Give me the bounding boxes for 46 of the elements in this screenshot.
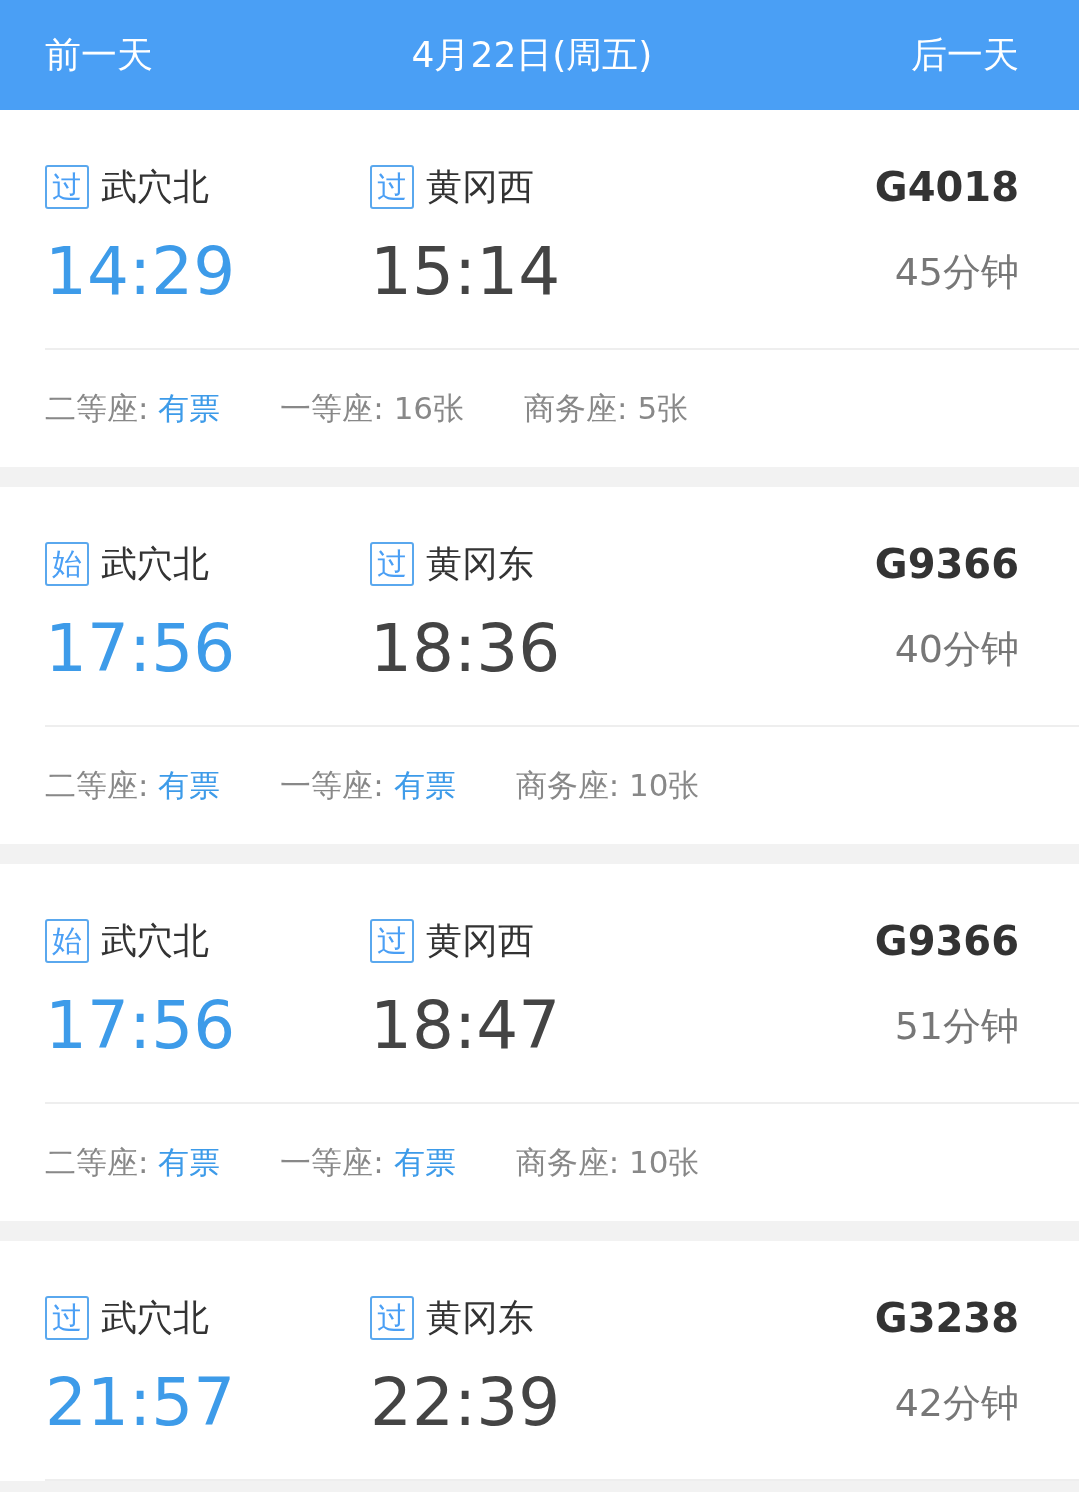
duration: 45分钟 <box>894 248 1019 296</box>
station-name: 黄冈西 <box>426 164 534 209</box>
station-tag: 始 <box>45 919 89 963</box>
seat-availability: 二等座: 有票 <box>45 388 221 428</box>
seat-availability: 商务座: 10张 <box>515 765 700 805</box>
departure-time: 14:29 <box>45 239 237 305</box>
station-tag: 过 <box>370 1296 414 1340</box>
seat-availability: 二等座: 有票 <box>45 1142 221 1182</box>
station-name: 黄冈东 <box>426 541 534 586</box>
seat-availability: 商务座: 5张 <box>524 388 689 428</box>
station-tag: 过 <box>45 1296 89 1340</box>
arrival-time: 18:47 <box>370 993 562 1059</box>
departure-time: 17:56 <box>45 993 237 1059</box>
seat-availability: 商务座: 10张 <box>515 1142 700 1182</box>
departure-time: 17:56 <box>45 616 237 682</box>
departure-time: 21:57 <box>45 1370 237 1436</box>
train-number: G9366 <box>874 541 1019 587</box>
date-title: 4月22日(周五) <box>411 32 653 77</box>
train-number: G4018 <box>874 164 1019 210</box>
station-tag: 过 <box>370 919 414 963</box>
seat-availability: 一等座: 16张 <box>280 388 465 428</box>
station-tag: 始 <box>45 542 89 586</box>
arrival-time: 18:36 <box>370 616 562 682</box>
seat-availability: 一等座: 有票 <box>280 765 456 805</box>
station-tag: 过 <box>370 165 414 209</box>
station-name: 武穴北 <box>101 918 209 963</box>
arrival-time: 15:14 <box>370 239 562 305</box>
station-tag: 过 <box>370 542 414 586</box>
train-card[interactable]: 过 武穴北 过 黄冈西 G4018 14:29 15:14 45分钟 二等座: 有票 一等座: 16张 商务座: 5张 <box>0 110 1079 467</box>
train-number: G3238 <box>874 1295 1019 1341</box>
station-name: 黄冈西 <box>426 918 534 963</box>
seat-availability: 二等座: 有票 <box>45 765 221 805</box>
station-name: 武穴北 <box>101 1295 209 1340</box>
train-card[interactable]: 始 武穴北 过 黄冈西 G9366 17:56 18:47 51分钟 二等座: 有票 一等座: 有票 商务座: 10张 <box>0 864 1079 1221</box>
duration: 51分钟 <box>894 1002 1019 1050</box>
arrival-time: 22:39 <box>370 1370 562 1436</box>
duration: 40分钟 <box>894 625 1019 673</box>
station-name: 武穴北 <box>101 541 209 586</box>
duration: 42分钟 <box>894 1379 1019 1427</box>
seat-availability: 一等座: 有票 <box>280 1142 456 1182</box>
train-card[interactable]: 过 武穴北 过 黄冈东 G3238 21:57 22:39 42分钟 <box>0 1241 1079 1481</box>
station-tag: 过 <box>45 165 89 209</box>
station-name: 黄冈东 <box>426 1295 534 1340</box>
train-card[interactable]: 始 武穴北 过 黄冈东 G9366 17:56 18:36 40分钟 二等座: 有票 一等座: 有票 商务座: 10张 <box>0 487 1079 844</box>
train-number: G9366 <box>874 918 1019 964</box>
station-name: 武穴北 <box>101 164 209 209</box>
